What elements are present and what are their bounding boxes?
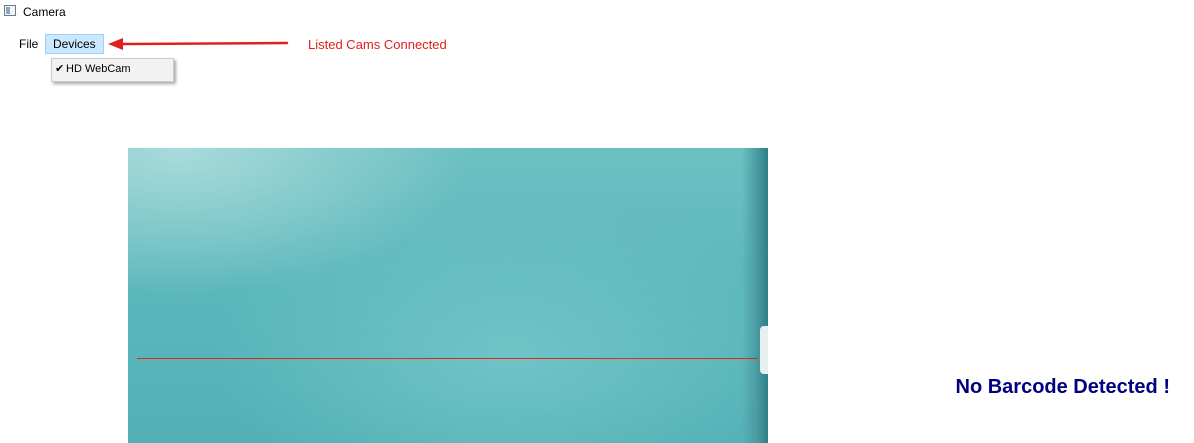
menu-devices[interactable]: Devices xyxy=(45,34,104,54)
checkmark-icon: ✔ xyxy=(55,63,65,75)
app-window-icon xyxy=(4,5,16,16)
menu-file[interactable]: File xyxy=(12,34,45,54)
barcode-scan-line xyxy=(137,358,758,359)
camera-edge-shadow xyxy=(742,148,768,443)
camera-edge-highlight xyxy=(760,326,768,374)
barcode-status: No Barcode Detected ! xyxy=(955,376,1171,398)
annotation-arrow-icon xyxy=(108,38,289,50)
device-item-label: HD WebCam xyxy=(66,63,131,75)
device-item-hd-webcam[interactable]: ✔ HD WebCam xyxy=(52,59,173,81)
devices-dropdown: ✔ HD WebCam xyxy=(51,58,174,82)
window-title: Camera xyxy=(23,5,66,19)
annotation-label: Listed Cams Connected xyxy=(308,37,447,52)
title-bar: Camera xyxy=(0,0,1194,24)
camera-preview xyxy=(128,148,768,443)
